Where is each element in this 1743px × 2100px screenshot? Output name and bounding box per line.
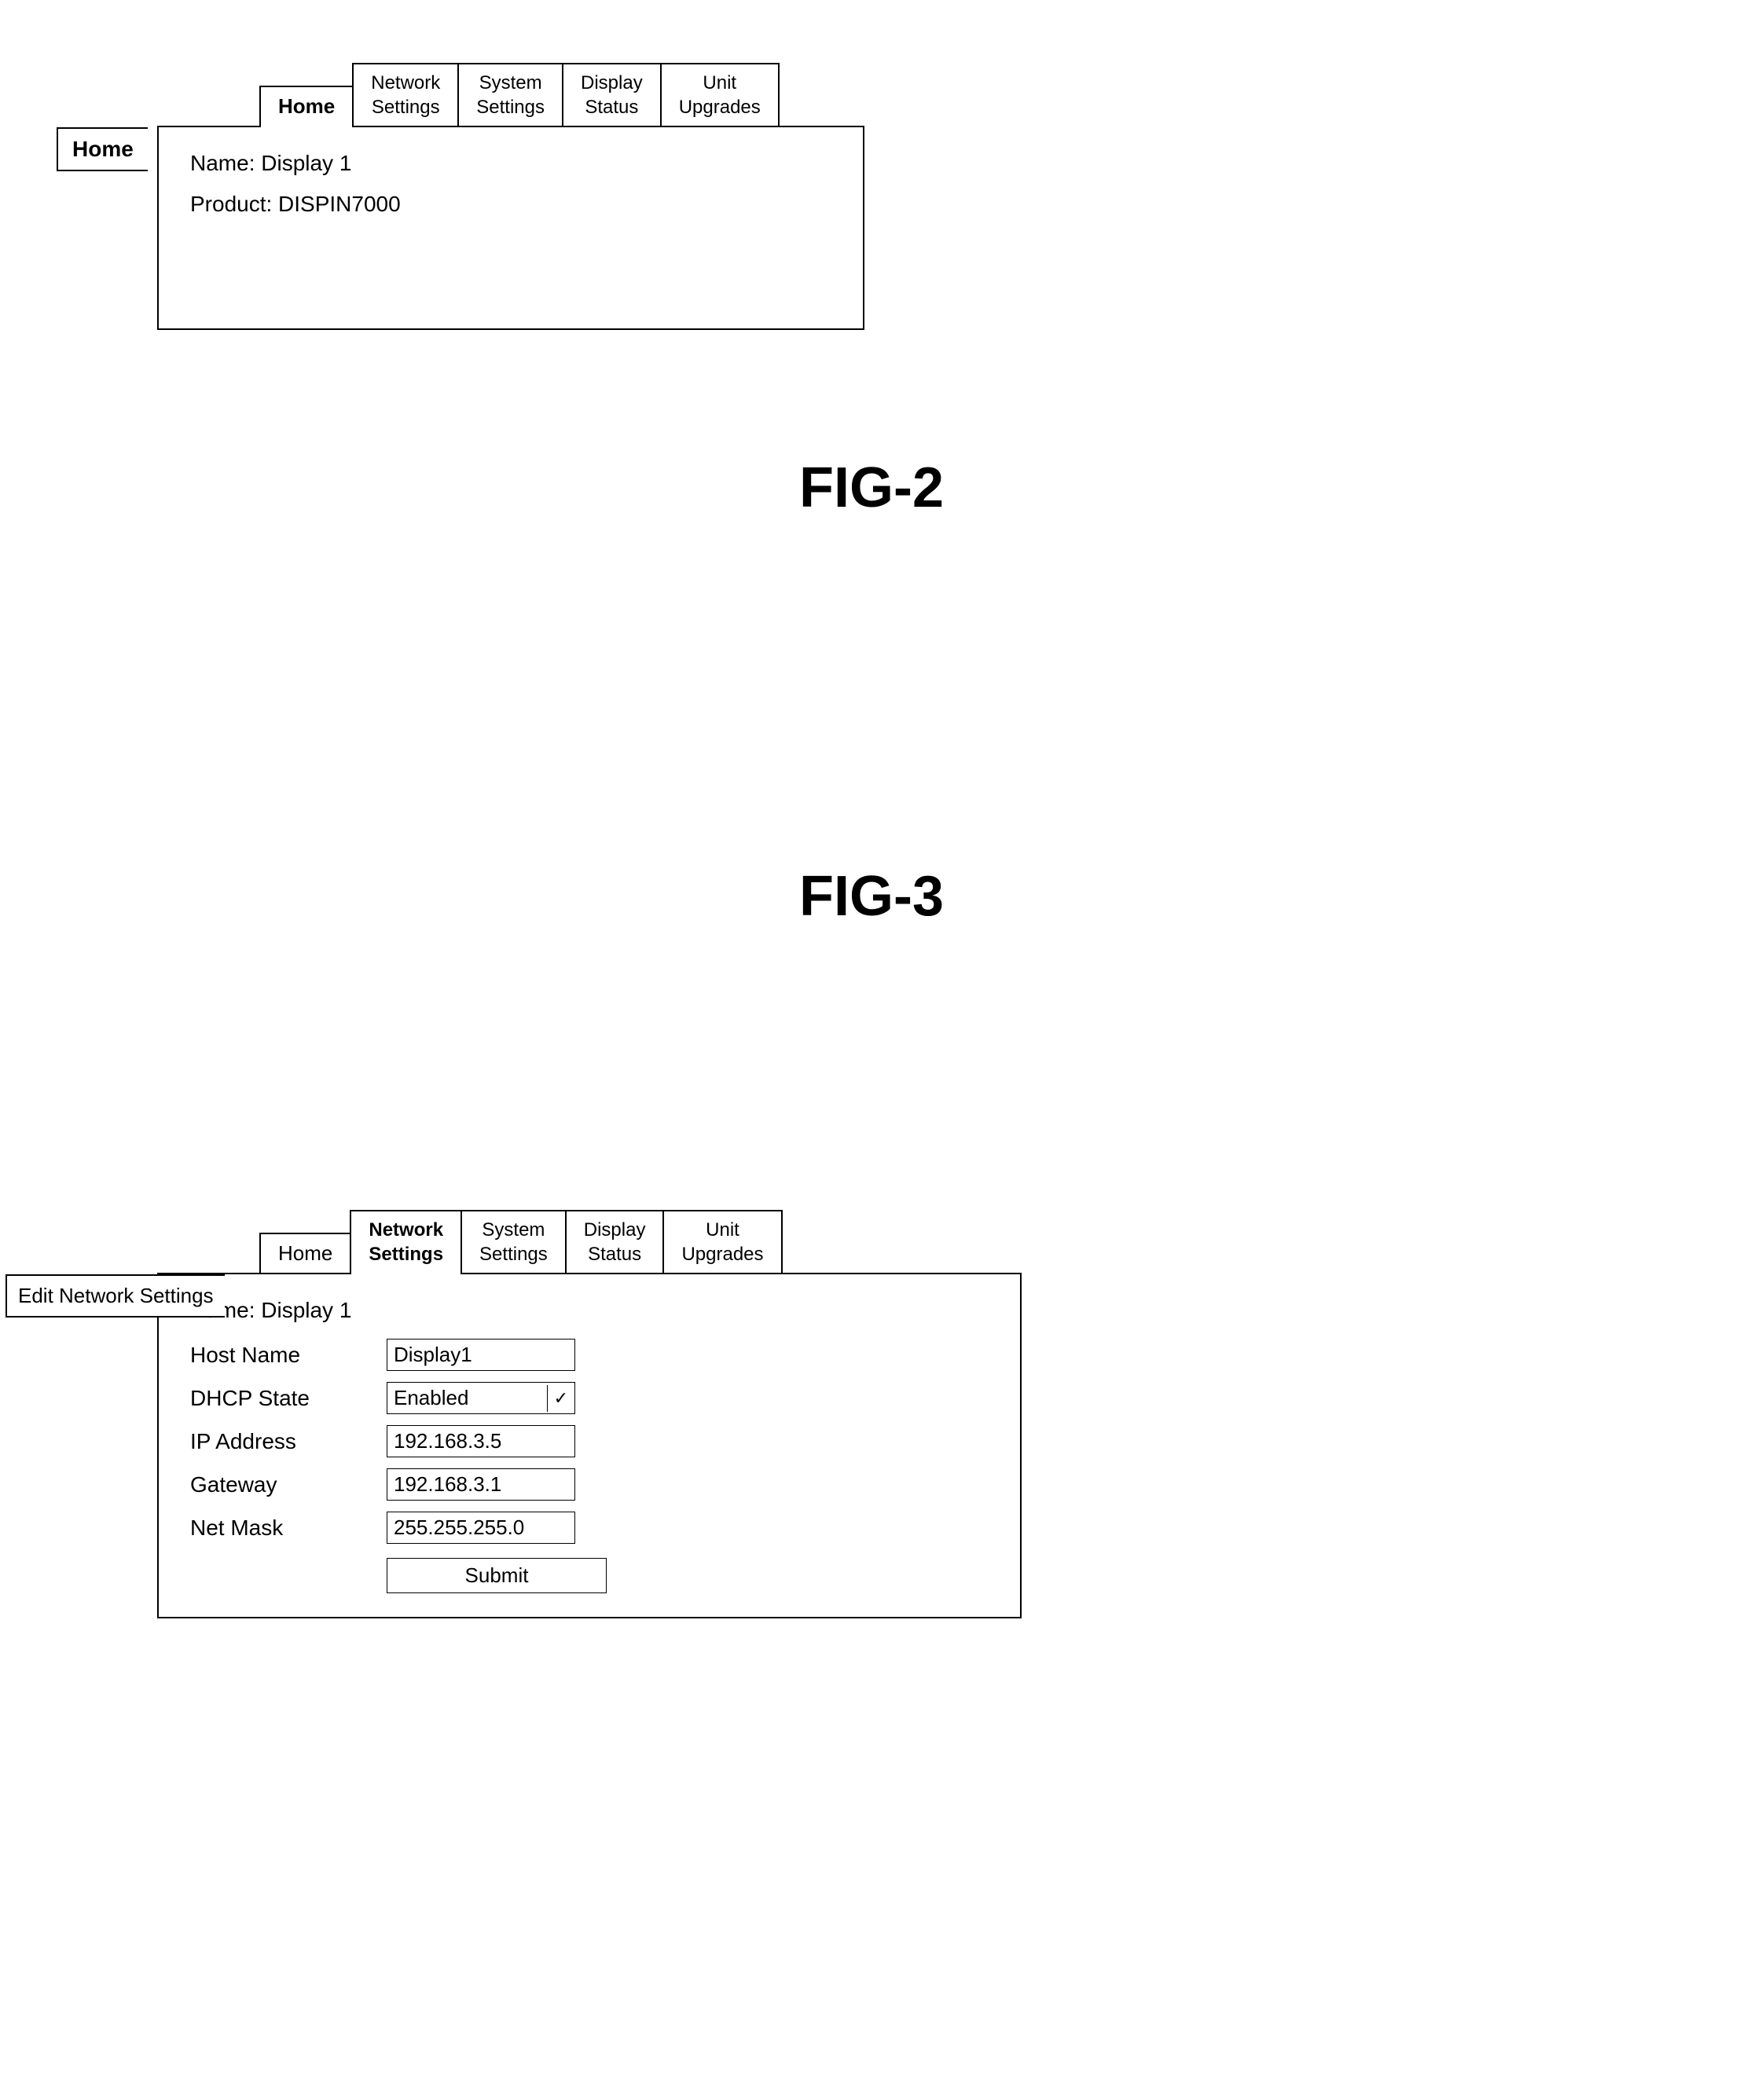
tab-unit-upgrades-fig2[interactable]: UnitUpgrades: [660, 63, 780, 127]
tab-home-fig3[interactable]: Home: [259, 1233, 351, 1275]
tab-network-settings-fig2[interactable]: NetworkSettings: [352, 63, 459, 127]
fig3-name-line: Name: Display 1: [190, 1298, 989, 1323]
tab-unit-upgrades-fig3[interactable]: UnitUpgrades: [662, 1210, 782, 1274]
dhcp-state-select[interactable]: Enabled ✓: [387, 1382, 575, 1414]
fig2-content: Home Name: Display 1 Product: DISPIN7000: [157, 126, 864, 330]
fig2-section: Home NetworkSettings SystemSettings Disp…: [157, 63, 864, 330]
fig3-section: Home NetworkSettings SystemSettings Disp…: [157, 1210, 1022, 1618]
tab-display-status-fig2[interactable]: DisplayStatus: [562, 63, 662, 127]
dhcp-state-arrow-icon: ✓: [547, 1385, 574, 1412]
ip-address-input[interactable]: [387, 1425, 575, 1457]
tab-home-fig2[interactable]: Home: [259, 86, 354, 128]
fig2-label: FIG-2: [0, 456, 1743, 520]
fig3-content: Edit Network Settings Name: Display 1 Ho…: [157, 1273, 1022, 1618]
gateway-input[interactable]: [387, 1468, 575, 1501]
dhcp-state-label: DHCP State: [190, 1386, 363, 1411]
tab-display-status-fig3[interactable]: DisplayStatus: [565, 1210, 665, 1274]
net-mask-input[interactable]: [387, 1512, 575, 1544]
gateway-label: Gateway: [190, 1472, 363, 1497]
net-mask-label: Net Mask: [190, 1515, 363, 1541]
tab-network-settings-fig3[interactable]: NetworkSettings: [350, 1210, 462, 1274]
host-name-label: Host Name: [190, 1343, 363, 1368]
submit-button[interactable]: Submit: [387, 1558, 607, 1593]
host-name-input[interactable]: [387, 1339, 575, 1371]
dhcp-state-value: Enabled: [387, 1383, 547, 1413]
fig2-tab-bar: Home NetworkSettings SystemSettings Disp…: [259, 63, 864, 127]
ip-address-label: IP Address: [190, 1429, 363, 1454]
fig3-label: FIG-3: [0, 864, 1743, 929]
tab-system-settings-fig3[interactable]: SystemSettings: [461, 1210, 567, 1274]
tab-system-settings-fig2[interactable]: SystemSettings: [457, 63, 563, 127]
fig2-product-line: Product: DISPIN7000: [190, 192, 831, 217]
fig3-sidebar-label: Edit Network Settings: [6, 1274, 225, 1318]
fig3-form: Host Name DHCP State Enabled ✓ IP Addres…: [190, 1339, 989, 1593]
fig3-tab-bar: Home NetworkSettings SystemSettings Disp…: [259, 1210, 1022, 1274]
fig2-name-line: Name: Display 1: [190, 151, 831, 176]
fig2-sidebar-label: Home: [57, 127, 148, 171]
